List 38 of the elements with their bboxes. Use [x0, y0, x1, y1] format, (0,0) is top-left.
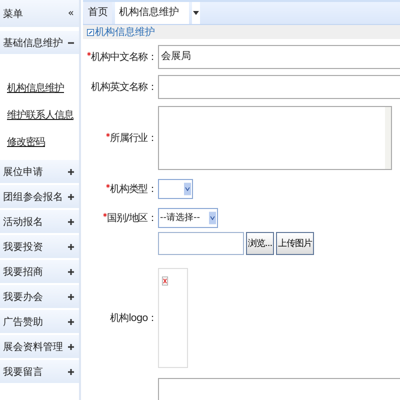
field-label: 国别/地区：: [107, 212, 157, 224]
select-field[interactable]: [158, 178, 193, 198]
input-field[interactable]: [158, 378, 400, 400]
menu-link[interactable]: 机构信息维护: [7, 82, 79, 96]
browse-button[interactable]: 浏览...: [246, 232, 274, 255]
menu-section[interactable]: 广告赞助: [0, 310, 79, 335]
menu-section[interactable]: 活动报名: [0, 210, 79, 235]
menu-section[interactable]: 展会资料管理: [0, 335, 79, 360]
input-field[interactable]: 会展局: [158, 45, 400, 69]
menu-link[interactable]: 维护联系人信息: [7, 109, 79, 123]
field-label: 所属行业：: [110, 132, 157, 145]
menu-link[interactable]: 修改密码: [7, 136, 79, 150]
tab[interactable]: 机构信息维护: [115, 2, 189, 24]
menu-section[interactable]: 我要投资: [0, 235, 79, 260]
field-label: 机构中文名称：: [91, 50, 157, 64]
form-title: 机构信息维护: [95, 26, 155, 39]
broken-image-icon: [162, 276, 168, 286]
menu-title: 菜单: [3, 8, 23, 20]
upload-button[interactable]: 上传图片: [276, 232, 314, 255]
text-area[interactable]: [158, 106, 392, 170]
menu-section[interactable]: 展位申请: [0, 160, 79, 185]
edit-icon: [87, 28, 94, 36]
caret-icon: [193, 11, 199, 15]
tab[interactable]: 首页: [84, 2, 112, 24]
menu-section[interactable]: 基础信息维护: [0, 31, 79, 56]
field-label: 机构类型：: [110, 182, 157, 196]
input-field[interactable]: [158, 75, 400, 99]
collapse-button[interactable]: «: [68, 8, 74, 19]
tab-menu-button[interactable]: [192, 2, 200, 24]
file-path-field[interactable]: [158, 232, 244, 255]
scrollbar[interactable]: [385, 107, 391, 169]
field-label: 机构英文名称：: [91, 80, 157, 94]
field-label: 机构logo：: [110, 312, 157, 325]
menu-section[interactable]: 团组参会报名: [0, 185, 79, 210]
menu-section[interactable]: 我要留言: [0, 360, 79, 385]
menu-section[interactable]: 我要办会: [0, 285, 79, 310]
menu-section[interactable]: 我要招商: [0, 260, 79, 285]
select-field[interactable]: --请选择--: [158, 208, 218, 228]
